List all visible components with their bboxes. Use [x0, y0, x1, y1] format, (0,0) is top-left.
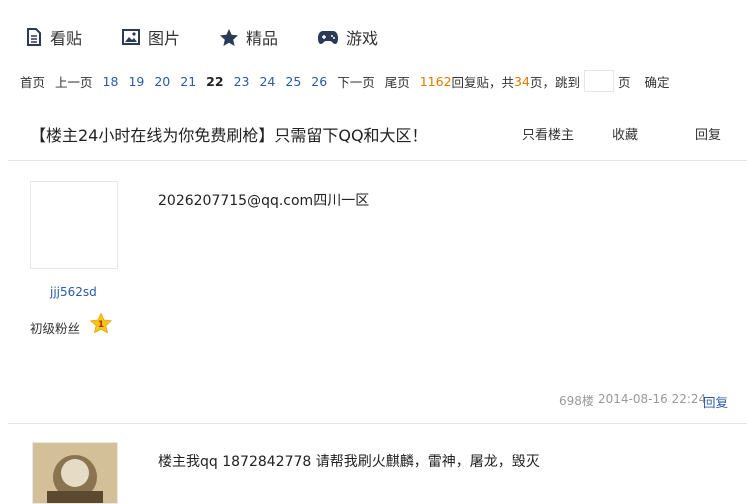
- jump-to-label: 页，跳到: [529, 74, 580, 90]
- page-link-24[interactable]: 24: [259, 74, 275, 89]
- confirm-jump-button[interactable]: 确定: [644, 72, 669, 91]
- only-op-button[interactable]: 只看楼主: [522, 124, 574, 143]
- avatar-photo: [33, 443, 117, 503]
- page-link-20[interactable]: 20: [154, 74, 170, 89]
- document-icon: [27, 28, 41, 46]
- post-content: 楼主我qq 1872842778 请帮我刷火麒麟，雷神，屠龙，毁灭: [158, 454, 540, 470]
- level-badge: 1: [89, 312, 113, 338]
- tab-featured[interactable]: 精品: [220, 26, 278, 48]
- reply-count-suffix: 回复贴，共: [451, 74, 515, 90]
- prev-page-link[interactable]: 上一页: [55, 72, 93, 91]
- tab-posts-label: 看贴: [50, 29, 83, 48]
- picture-icon: [122, 29, 141, 45]
- star-icon: [220, 28, 239, 46]
- user-rank: 初级粉丝: [30, 321, 81, 336]
- post-floor: 698楼: [559, 394, 594, 408]
- page-link-25[interactable]: 25: [285, 74, 301, 89]
- tab-games-label: 游戏: [346, 29, 379, 48]
- page-link-18[interactable]: 18: [103, 74, 119, 89]
- tab-featured-label: 精品: [246, 29, 279, 48]
- current-page: 22: [206, 73, 224, 89]
- level-star-icon: 1: [89, 312, 113, 334]
- tab-pictures[interactable]: 图片: [122, 26, 180, 48]
- reply-count: 1162: [419, 73, 452, 89]
- first-page-link[interactable]: 首页: [20, 72, 45, 91]
- level-number: 1: [98, 320, 104, 330]
- page-link-26[interactable]: 26: [311, 74, 327, 89]
- username-link[interactable]: jjj562sd: [50, 285, 97, 299]
- page-link-19[interactable]: 19: [128, 74, 144, 89]
- avatar[interactable]: [32, 442, 118, 504]
- tab-posts[interactable]: 看贴: [26, 26, 82, 48]
- reply-post-button[interactable]: 回复: [703, 392, 728, 411]
- favorite-button[interactable]: 收藏: [612, 124, 638, 143]
- thread-title: 【楼主24小时在线为你免费刷枪】只需留下QQ和大区！: [30, 126, 428, 145]
- gamepad-icon: [318, 31, 339, 44]
- next-page-link[interactable]: 下一页: [337, 72, 375, 91]
- reply-thread-button[interactable]: 回复: [695, 124, 721, 143]
- pagination: 首页 上一页 18 19 20 21 22 23 24 25 26 下一页 尾页…: [20, 70, 670, 92]
- page-count: 34: [514, 73, 530, 89]
- page-link-21[interactable]: 21: [180, 74, 196, 89]
- last-page-link[interactable]: 尾页: [385, 72, 410, 91]
- page-link-23[interactable]: 23: [234, 74, 250, 89]
- top-tabs: 看贴 图片 精品 游戏: [26, 26, 418, 48]
- tab-games[interactable]: 游戏: [318, 26, 378, 48]
- title-divider: [8, 160, 747, 161]
- jump-page-input[interactable]: [583, 70, 614, 92]
- post-divider: [8, 423, 747, 424]
- avatar[interactable]: [30, 181, 118, 269]
- post-time: 2014-08-16 22:24: [598, 392, 707, 406]
- page-unit-label: 页: [617, 74, 631, 90]
- tab-pictures-label: 图片: [148, 29, 181, 48]
- post-content: 2026207715@qq.com四川一区: [158, 193, 370, 209]
